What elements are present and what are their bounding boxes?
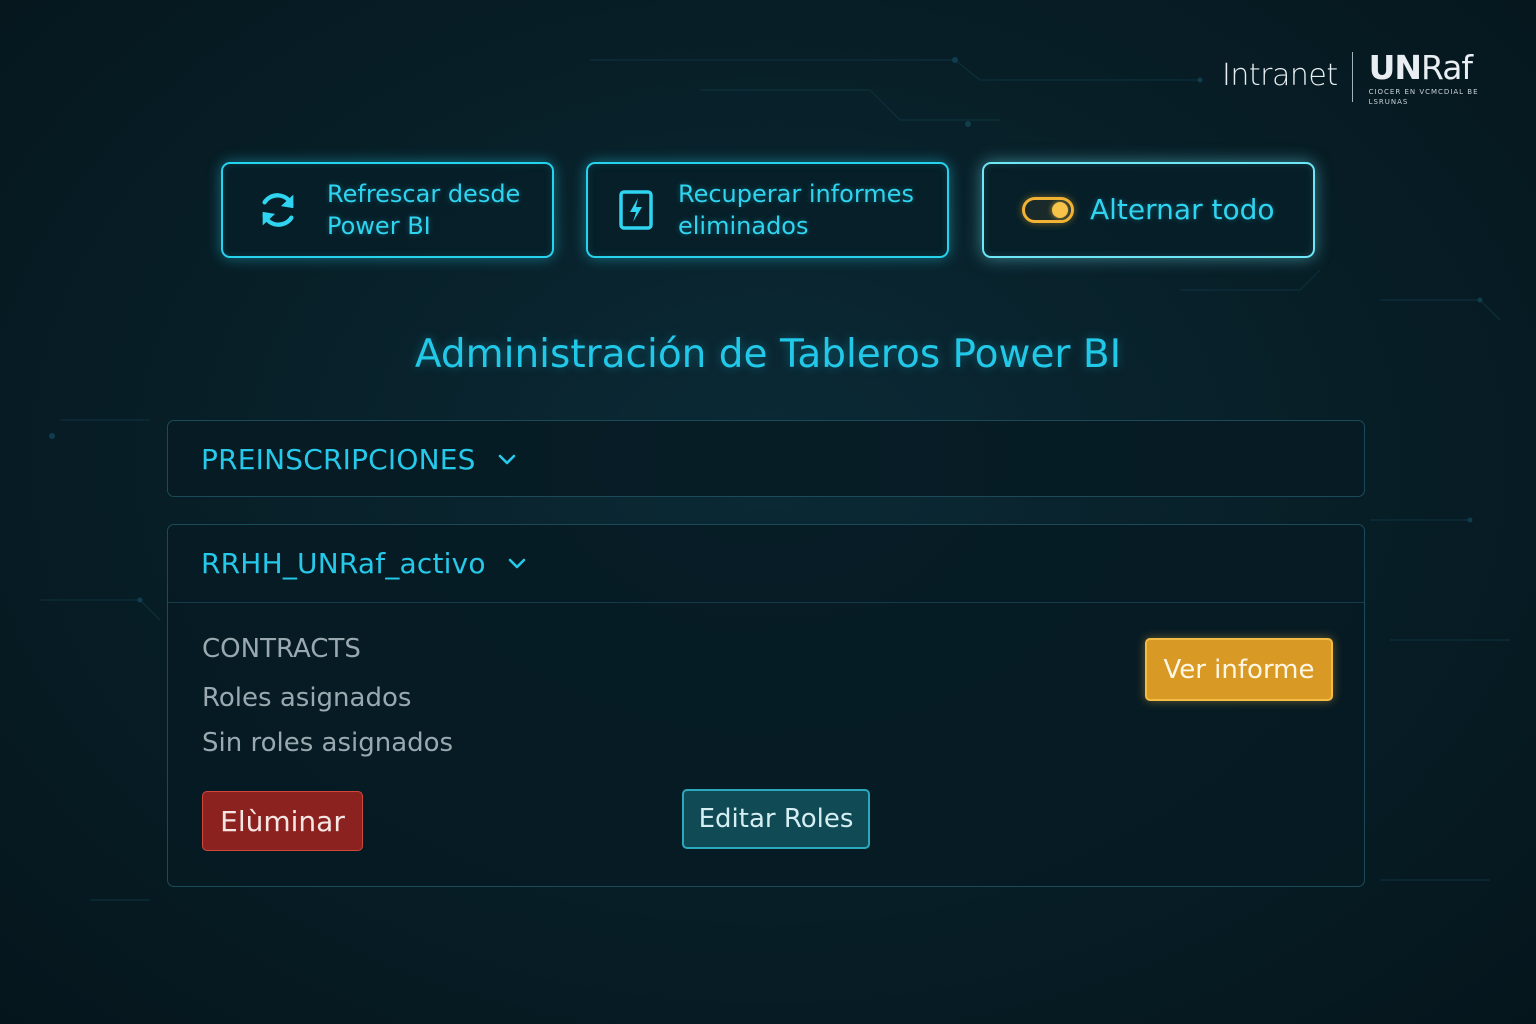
recover-button-label: Recuperar informes eliminados xyxy=(678,180,914,240)
view-report-button[interactable]: Ver informe xyxy=(1145,638,1333,701)
workspace-panel-preinscripciones: PREINSCRIPCIONES xyxy=(167,420,1365,497)
logo-tagline: CIOCER EN VCMCDIAL BE LSRUNAS xyxy=(1368,88,1479,106)
unraf-wordmark: UNRaf xyxy=(1369,50,1479,86)
refresh-button-label: Refrescar desde Power BI xyxy=(327,180,521,240)
logo-bold-part: UN xyxy=(1368,48,1422,87)
panel-title: RRHH_UNRaf_activo xyxy=(201,547,486,580)
page-title: Administración de Tableros Power BI xyxy=(414,332,1122,377)
refresh-icon xyxy=(262,193,294,227)
delete-report-button[interactable]: Elùminar xyxy=(202,791,363,851)
intranet-label: Intranet xyxy=(1222,58,1338,93)
panel-header-preinscripciones[interactable]: PREINSCRIPCIONES xyxy=(168,421,1364,498)
recover-deleted-reports-button[interactable]: Recuperar informes eliminados xyxy=(586,162,949,258)
panel-header-rrhh[interactable]: RRHH_UNRaf_activo xyxy=(168,525,1364,603)
brand-divider xyxy=(1351,52,1353,102)
roles-label: Roles asignados xyxy=(202,683,412,713)
report-name: CONTRACTS xyxy=(202,634,361,664)
toggle-switch-icon xyxy=(1022,197,1074,223)
panel-title: PREINSCRIPCIONES xyxy=(201,443,476,476)
refresh-from-powerbi-button[interactable]: Refrescar desde Power BI xyxy=(221,162,554,258)
chevron-down-icon xyxy=(508,558,526,568)
unraf-logo[interactable]: UNRaf CIOCER EN VCMCDIAL BE LSRUNAS xyxy=(1369,50,1479,107)
logo-regular-part: Raf xyxy=(1421,48,1473,87)
toggle-all-button[interactable]: Alternar todo xyxy=(982,162,1315,258)
chevron-down-icon xyxy=(498,454,515,464)
toggle-knob xyxy=(1052,202,1068,218)
brand-header: Intranet UNRaf CIOCER EN VCMCDIAL BE LSR… xyxy=(1222,50,1479,107)
bolt-document-icon xyxy=(619,190,653,230)
toggle-button-label: Alternar todo xyxy=(1090,193,1275,226)
edit-roles-button[interactable]: Editar Roles xyxy=(682,789,870,849)
roles-value: Sin roles asignados xyxy=(202,728,454,758)
page: Intranet UNRaf CIOCER EN VCMCDIAL BE LSR… xyxy=(0,0,1536,1024)
